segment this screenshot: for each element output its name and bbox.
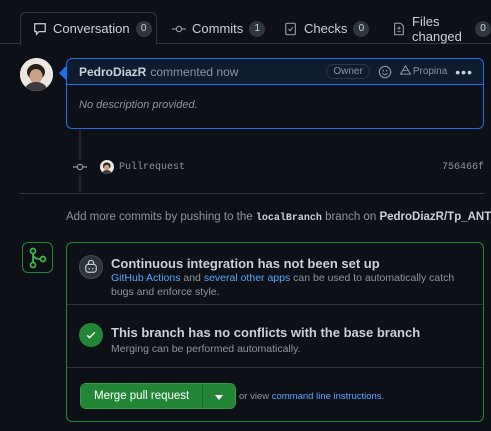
conflicts-title: This branch has no conflicts with the ba… [111,325,421,340]
other-apps-link[interactable]: several other apps [204,272,290,284]
commit-row: Pullrequest 756466f [100,159,484,175]
owner-badge: Owner [326,64,370,79]
tab-conversation[interactable]: Conversation 0 [20,12,157,45]
commit-sha[interactable]: 756466f [442,162,484,173]
tab-counter: 0 [475,20,491,37]
kebab-menu-icon[interactable]: ••• [455,64,473,80]
hint-prefix: Add more commits by pushing to the [66,211,253,223]
tab-commits[interactable]: Commits 1 [172,12,266,45]
add-commits-hint: Add more commits by pushing to the local… [66,211,491,224]
conflicts-description: Merging can be performed automatically. [111,343,301,355]
comment-header: PedroDiazR commented now Owner Propina •… [67,59,483,85]
checklist-icon [284,22,298,36]
commit-message[interactable]: Pullrequest [119,162,185,173]
check-icon [79,323,103,347]
ci-and: and [183,272,201,284]
branch-name: localBranch [255,213,322,224]
smiley-icon[interactable] [378,65,392,79]
caret-down-icon [215,389,224,403]
robot-icon [79,255,103,279]
tab-counter: 0 [353,20,370,37]
commit-icon [73,160,87,174]
propina-button[interactable]: Propina [399,64,448,78]
tab-label: Commits [192,21,244,36]
or-view-text: or view [239,391,270,402]
ci-title: Continuous integration has not been set … [111,256,380,271]
file-diff-icon [392,22,406,36]
merge-box: Continuous integration has not been set … [66,242,484,422]
repo-name[interactable]: PedroDiazR/Tp_ANT [379,211,491,223]
ci-section: Continuous integration has not been set … [67,243,483,305]
commit-avatar[interactable] [100,160,114,174]
note-period: . [381,391,385,402]
comment-box: PedroDiazR commented now Owner Propina •… [66,58,484,129]
merge-pull-request-button[interactable]: Merge pull request [81,384,204,408]
comment-pointer [59,66,66,80]
comment-icon [33,22,47,36]
commit-icon [172,22,186,36]
git-merge-icon [22,242,53,273]
tab-label: Conversation [53,21,130,36]
timeline-divider [20,193,484,194]
merge-options-dropdown[interactable] [203,384,236,408]
tab-label: Checks [304,21,348,36]
avatar[interactable] [20,58,53,91]
comment-action: commented now [150,64,239,79]
pr-tabs: Conversation 0 Commits 1 Checks 0 Files … [0,0,491,45]
tab-counter: 1 [249,20,266,37]
command-line-link[interactable]: command line instructions [272,391,382,402]
tab-counter: 0 [135,20,152,37]
comment-body: No description provided. [79,99,198,111]
triangle-icon [399,64,412,78]
command-line-note: or view command line instructions. [239,391,384,402]
merge-action-section: Merge pull request or view command line … [67,368,483,422]
github-actions-link[interactable]: GitHub Actions [111,272,180,284]
comment-author[interactable]: PedroDiazR [79,65,146,79]
ci-description: GitHub Actions and several other apps ca… [111,271,461,299]
propina-label: Propina [412,66,448,77]
tab-label: Files changed [412,13,462,44]
conflicts-section: This branch has no conflicts with the ba… [67,305,483,368]
merge-button-group: Merge pull request [80,383,237,409]
tab-files-changed[interactable]: Files changed 0 [392,12,491,45]
tab-checks[interactable]: Checks 0 [284,12,370,45]
hint-middle: branch on [325,211,377,223]
